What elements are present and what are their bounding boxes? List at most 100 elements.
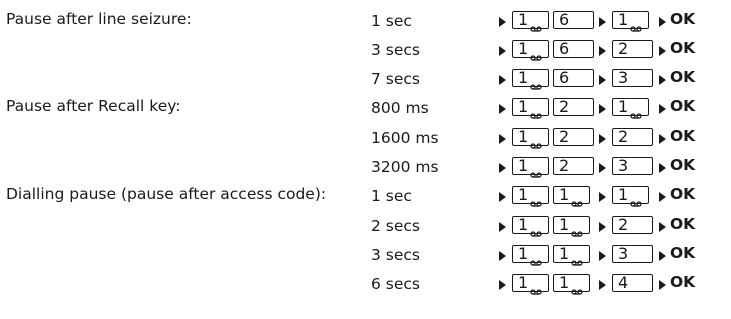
key-voicemail-1: 1 <box>512 216 549 237</box>
voicemail-icon <box>530 251 542 266</box>
key-3: 3 <box>612 69 653 87</box>
setting-value: 6 secs <box>371 275 420 293</box>
triangle-right-icon <box>599 134 606 144</box>
key-digit: 1 <box>518 185 529 204</box>
setting-value: 3 secs <box>371 246 420 264</box>
key-digit: 6 <box>559 39 570 58</box>
setting-value: 7 secs <box>371 70 420 88</box>
triangle-right-icon <box>659 17 666 27</box>
key-voicemail-1: 1 <box>512 156 549 178</box>
voicemail-icon <box>530 134 542 149</box>
voicemail-icon <box>530 104 542 119</box>
key-3: 3 <box>612 245 653 263</box>
ok-label: OK <box>670 244 696 262</box>
ok-label: OK <box>670 68 696 86</box>
ok-label: OK <box>670 273 696 291</box>
voicemail-icon <box>630 17 642 32</box>
key-voicemail-1: 1 <box>612 97 649 119</box>
setting-value: 1 sec <box>371 187 412 205</box>
setting-value: 1 sec <box>371 12 412 30</box>
key-digit: 1 <box>618 185 629 204</box>
setting-value: 2 secs <box>371 217 420 235</box>
triangle-right-icon <box>659 75 666 85</box>
voicemail-icon <box>530 46 542 61</box>
setting-value: 3200 ms <box>371 158 439 176</box>
table-row: 6 secs 1 1 4 OK <box>0 269 731 298</box>
triangle-right-icon <box>599 222 606 232</box>
table-row: Pause after Recall key: 800 ms 1 2 1 OK <box>0 93 731 122</box>
table-row: 3 secs 1 1 3 OK <box>0 240 731 269</box>
triangle-right-icon <box>499 163 506 173</box>
key-digit: 1 <box>559 185 570 204</box>
triangle-right-icon <box>599 17 606 27</box>
setting-value: 1600 ms <box>371 129 439 147</box>
triangle-right-icon <box>499 192 506 202</box>
voicemail-icon <box>530 192 542 207</box>
voicemail-icon <box>530 280 542 295</box>
key-voicemail-1: 1 <box>512 39 549 61</box>
voicemail-icon <box>530 163 542 178</box>
ok-label: OK <box>670 97 696 115</box>
key-digit: 1 <box>518 10 529 29</box>
triangle-right-icon <box>499 104 506 114</box>
voicemail-icon <box>630 192 642 207</box>
key-4: 4 <box>612 274 653 292</box>
key-digit: 1 <box>518 244 529 263</box>
key-digit: 1 <box>559 273 570 292</box>
key-2: 2 <box>612 216 653 234</box>
ok-label: OK <box>670 215 696 233</box>
key-digit: 1 <box>559 244 570 263</box>
key-digit: 6 <box>559 10 570 29</box>
key-digit: 6 <box>559 68 570 87</box>
voicemail-icon <box>530 17 542 32</box>
key-digit: 2 <box>559 156 570 175</box>
key-6: 6 <box>553 69 594 87</box>
ok-label: OK <box>670 39 696 57</box>
key-digit: 1 <box>618 97 629 116</box>
key-digit: 2 <box>559 127 570 146</box>
setting-value: 3 secs <box>371 41 420 59</box>
key-digit: 1 <box>518 39 529 58</box>
key-digit: 3 <box>618 156 629 175</box>
key-digit: 2 <box>618 215 629 234</box>
triangle-right-icon <box>659 251 666 261</box>
voicemail-icon <box>530 222 542 237</box>
key-digit: 1 <box>518 68 529 87</box>
setting-label: Pause after line seizure: <box>6 10 192 28</box>
key-voicemail-1: 1 <box>512 185 549 207</box>
key-3: 3 <box>612 157 653 175</box>
voicemail-icon <box>571 251 583 266</box>
key-voicemail-1: 1 <box>512 244 549 266</box>
triangle-right-icon <box>499 46 506 56</box>
triangle-right-icon <box>599 104 606 114</box>
triangle-right-icon <box>599 280 606 290</box>
key-digit: 1 <box>518 127 529 146</box>
triangle-right-icon <box>499 134 506 144</box>
key-voicemail-1: 1 <box>553 273 590 295</box>
key-digit: 2 <box>618 127 629 146</box>
key-voicemail-1: 1 <box>512 127 549 149</box>
ok-label: OK <box>670 127 696 145</box>
triangle-right-icon <box>659 46 666 56</box>
table-row: 3 secs 1 6 2 OK <box>0 35 731 64</box>
setting-label: Dialling pause (pause after access code)… <box>6 185 327 203</box>
triangle-right-icon <box>599 192 606 202</box>
ok-label: OK <box>670 156 696 174</box>
voicemail-icon <box>530 75 542 90</box>
key-6: 6 <box>553 40 594 58</box>
table-row: Pause after line seizure: 1 sec 1 6 1 OK <box>0 6 731 35</box>
dialling-pause-table: Pause after line seizure: 1 sec 1 6 1 OK 3 sec… <box>0 0 731 319</box>
table-row: 2 secs 1 1 2 OK <box>0 211 731 240</box>
key-digit: 4 <box>618 273 629 292</box>
key-digit: 1 <box>559 215 570 234</box>
triangle-right-icon <box>499 251 506 261</box>
triangle-right-icon <box>659 280 666 290</box>
key-voicemail-1: 1 <box>612 185 649 207</box>
triangle-right-icon <box>659 222 666 232</box>
key-digit: 1 <box>518 156 529 175</box>
key-digit: 1 <box>518 273 529 292</box>
key-voicemail-1: 1 <box>512 98 549 119</box>
key-6: 6 <box>553 11 594 29</box>
key-voicemail-1: 1 <box>553 215 590 237</box>
voicemail-icon <box>571 280 583 295</box>
